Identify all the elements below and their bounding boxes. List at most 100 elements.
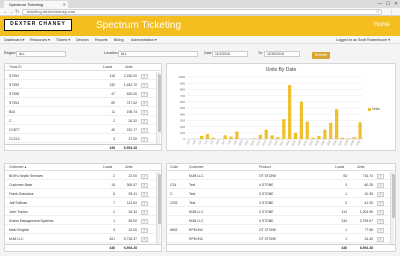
customer-name-cell: BGH's Septic Services bbox=[9, 174, 43, 178]
close-window-icon[interactable]: ✕ bbox=[394, 0, 398, 8]
table-row[interactable]: ST394 69 747.52 ⌕ bbox=[5, 99, 161, 107]
search-icon[interactable]: ⌕ bbox=[377, 173, 384, 179]
menu-reports[interactable]: Reports bbox=[95, 36, 108, 44]
search-icon[interactable]: ⌕ bbox=[141, 136, 148, 142]
table-row[interactable]: MJM LLC 3 STONE 114 1,204.96 ⌕ bbox=[167, 208, 395, 216]
col-units[interactable]: Units bbox=[125, 164, 133, 171]
table-row[interactable]: ST398 47 620.00 ⌕ bbox=[5, 90, 161, 98]
table-row[interactable]: Kratos Management Systems 1 55.00 ⌕ bbox=[5, 217, 161, 225]
search-icon[interactable]: ⌕ bbox=[141, 109, 148, 115]
table-row[interactable]: Matt Gingrich 3 32.00 ⌕ bbox=[5, 226, 161, 234]
search-icon[interactable]: ⌕ bbox=[141, 82, 148, 88]
search-icon[interactable]: ⌕ bbox=[377, 236, 384, 242]
back-icon[interactable]: ← bbox=[3, 8, 8, 16]
table-row[interactable]: BGH's Septic Services 2 22.00 ⌕ bbox=[5, 172, 161, 180]
menu-billing[interactable]: Billing bbox=[114, 36, 124, 44]
search-icon[interactable]: ⌕ bbox=[141, 173, 148, 179]
search-icon[interactable]: ⌕ bbox=[377, 227, 384, 233]
table-row[interactable]: C 2 26.32 ⌕ bbox=[5, 117, 161, 125]
search-icon[interactable]: ⌕ bbox=[141, 91, 148, 97]
date-to-input[interactable]: 11/30/2018 bbox=[264, 51, 300, 57]
location-label: Location: bbox=[104, 51, 119, 55]
details-scrollbar[interactable] bbox=[390, 172, 395, 244]
table-row[interactable]: John Traimo 2 26.34 ⌕ bbox=[5, 208, 161, 216]
col-product[interactable]: Product bbox=[259, 164, 271, 171]
browser-tab[interactable]: Spectrum Ticketing ✕ bbox=[4, 1, 68, 8]
search-icon[interactable]: ⌕ bbox=[141, 227, 148, 233]
trucks-scrollbar[interactable] bbox=[156, 72, 161, 144]
table-row[interactable]: RPM INC OT STONE 1 34.40 ⌕ bbox=[167, 235, 395, 243]
table-row[interactable]: ST394 116 2,230.00 ⌕ bbox=[5, 72, 161, 80]
table-row[interactable]: C Test 3 STONE 1 10.35 ⌕ bbox=[167, 190, 395, 198]
table-row[interactable]: CC877 40 220.77 ⌕ bbox=[5, 126, 161, 134]
customers-scroll-thumb[interactable] bbox=[157, 174, 161, 224]
reload-icon[interactable]: ↻ bbox=[15, 8, 19, 16]
trucks-table-totals: 438 6,594.38 bbox=[5, 144, 161, 151]
bookmark-star-icon[interactable]: ☆ bbox=[376, 8, 380, 16]
company-logo[interactable]: DEXTER CHANEY bbox=[4, 19, 72, 31]
refresh-button[interactable]: Refresh bbox=[312, 52, 330, 59]
col-truck-id[interactable]: Truck ID bbox=[9, 64, 22, 71]
menu-resources[interactable]: Resources ▾ bbox=[30, 36, 50, 44]
search-icon[interactable]: ⌕ bbox=[141, 127, 148, 133]
maximize-icon[interactable]: ☐ bbox=[386, 0, 390, 8]
loads-cell: 401 bbox=[109, 237, 115, 241]
search-icon[interactable]: ⌕ bbox=[141, 236, 148, 242]
table-row[interactable]: B43 11 198.74 ⌕ bbox=[5, 108, 161, 116]
location-select[interactable]: ALL bbox=[118, 51, 198, 57]
search-icon[interactable]: ⌕ bbox=[377, 209, 384, 215]
search-icon[interactable]: ⌕ bbox=[141, 218, 148, 224]
search-icon[interactable]: ⌕ bbox=[141, 100, 148, 106]
table-row[interactable]: Jeff Sullivan 7 112.54 ⌕ bbox=[5, 199, 161, 207]
search-icon[interactable]: ⌕ bbox=[141, 182, 148, 188]
browser-menu-icon[interactable]: ⋮ bbox=[389, 8, 394, 16]
col-units[interactable]: Units bbox=[357, 164, 365, 171]
search-icon[interactable]: ⌕ bbox=[377, 218, 384, 224]
home-link[interactable]: Home bbox=[374, 21, 390, 30]
table-row[interactable]: CC213 3 37.00 ⌕ bbox=[5, 135, 161, 143]
menu-administration[interactable]: Administration ▾ bbox=[131, 36, 157, 44]
truck-id-cell: B43 bbox=[9, 110, 16, 114]
truck-id-cell: CC213 bbox=[9, 137, 20, 141]
close-tab-icon[interactable]: ✕ bbox=[63, 1, 66, 8]
menu-devices[interactable]: Devices bbox=[76, 36, 89, 44]
search-icon[interactable]: ⌕ bbox=[377, 191, 384, 197]
col-loads[interactable]: Loads bbox=[103, 64, 112, 71]
col-customer[interactable]: Customer ▴ bbox=[9, 164, 26, 171]
table-row[interactable]: Frank Granados 8 93.41 ⌕ bbox=[5, 190, 161, 198]
col-units[interactable]: Units bbox=[125, 64, 133, 71]
table-row[interactable]: C24 Test 4 STONE 3 60.25 ⌕ bbox=[167, 181, 395, 189]
table-row[interactable]: 6802 RPM INC OT STONE 1 77.58 ⌕ bbox=[167, 226, 395, 234]
table-row[interactable]: Customer Base 15 300.07 ⌕ bbox=[5, 181, 161, 189]
menu-dashboard[interactable]: Dashboard ▾ bbox=[4, 36, 24, 44]
user-menu[interactable]: Logged In as Scott Rosenbloom ▾ bbox=[336, 36, 390, 44]
search-icon[interactable]: ⌕ bbox=[377, 200, 384, 206]
search-icon[interactable]: ⌕ bbox=[141, 200, 148, 206]
forward-icon[interactable]: → bbox=[9, 8, 14, 16]
table-row[interactable]: ST393 132 1,481.70 ⌕ bbox=[5, 81, 161, 89]
url-input[interactable]: ticketing.dexterchaney.com bbox=[22, 9, 382, 15]
customer-cell: Test bbox=[189, 201, 196, 205]
table-row[interactable]: MJM LLC 4 STONE 234 3,794.67 ⌕ bbox=[167, 217, 395, 225]
bar bbox=[358, 122, 362, 139]
table-row[interactable]: MJM LLC OT STONE 53 716.74 ⌕ bbox=[167, 172, 395, 180]
date-from-input[interactable]: 11/1/2018 bbox=[212, 51, 248, 57]
trucks-scroll-thumb[interactable] bbox=[157, 74, 161, 132]
table-row[interactable]: 1202 Test 3 STONE 2 41.05 ⌕ bbox=[167, 199, 395, 207]
col-code[interactable]: Code bbox=[170, 164, 178, 171]
table-row[interactable]: MJM LLC 401 5,716.37 ⌕ bbox=[5, 235, 161, 243]
menu-tickets[interactable]: Tickets ▾ bbox=[56, 36, 70, 44]
details-scroll-thumb[interactable] bbox=[391, 174, 395, 218]
details-panel: Code Customer Product Loads Units MJM LL… bbox=[166, 163, 396, 252]
search-icon[interactable]: ⌕ bbox=[141, 209, 148, 215]
minimize-icon[interactable]: — bbox=[378, 0, 383, 8]
col-customer[interactable]: Customer bbox=[189, 164, 204, 171]
search-icon[interactable]: ⌕ bbox=[141, 118, 148, 124]
search-icon[interactable]: ⌕ bbox=[377, 182, 384, 188]
col-loads[interactable]: Loads bbox=[335, 164, 344, 171]
search-icon[interactable]: ⌕ bbox=[141, 191, 148, 197]
customers-scrollbar[interactable] bbox=[156, 172, 161, 244]
region-select[interactable]: ALL bbox=[16, 51, 66, 57]
search-icon[interactable]: ⌕ bbox=[141, 73, 148, 79]
col-loads[interactable]: Loads bbox=[103, 164, 112, 171]
